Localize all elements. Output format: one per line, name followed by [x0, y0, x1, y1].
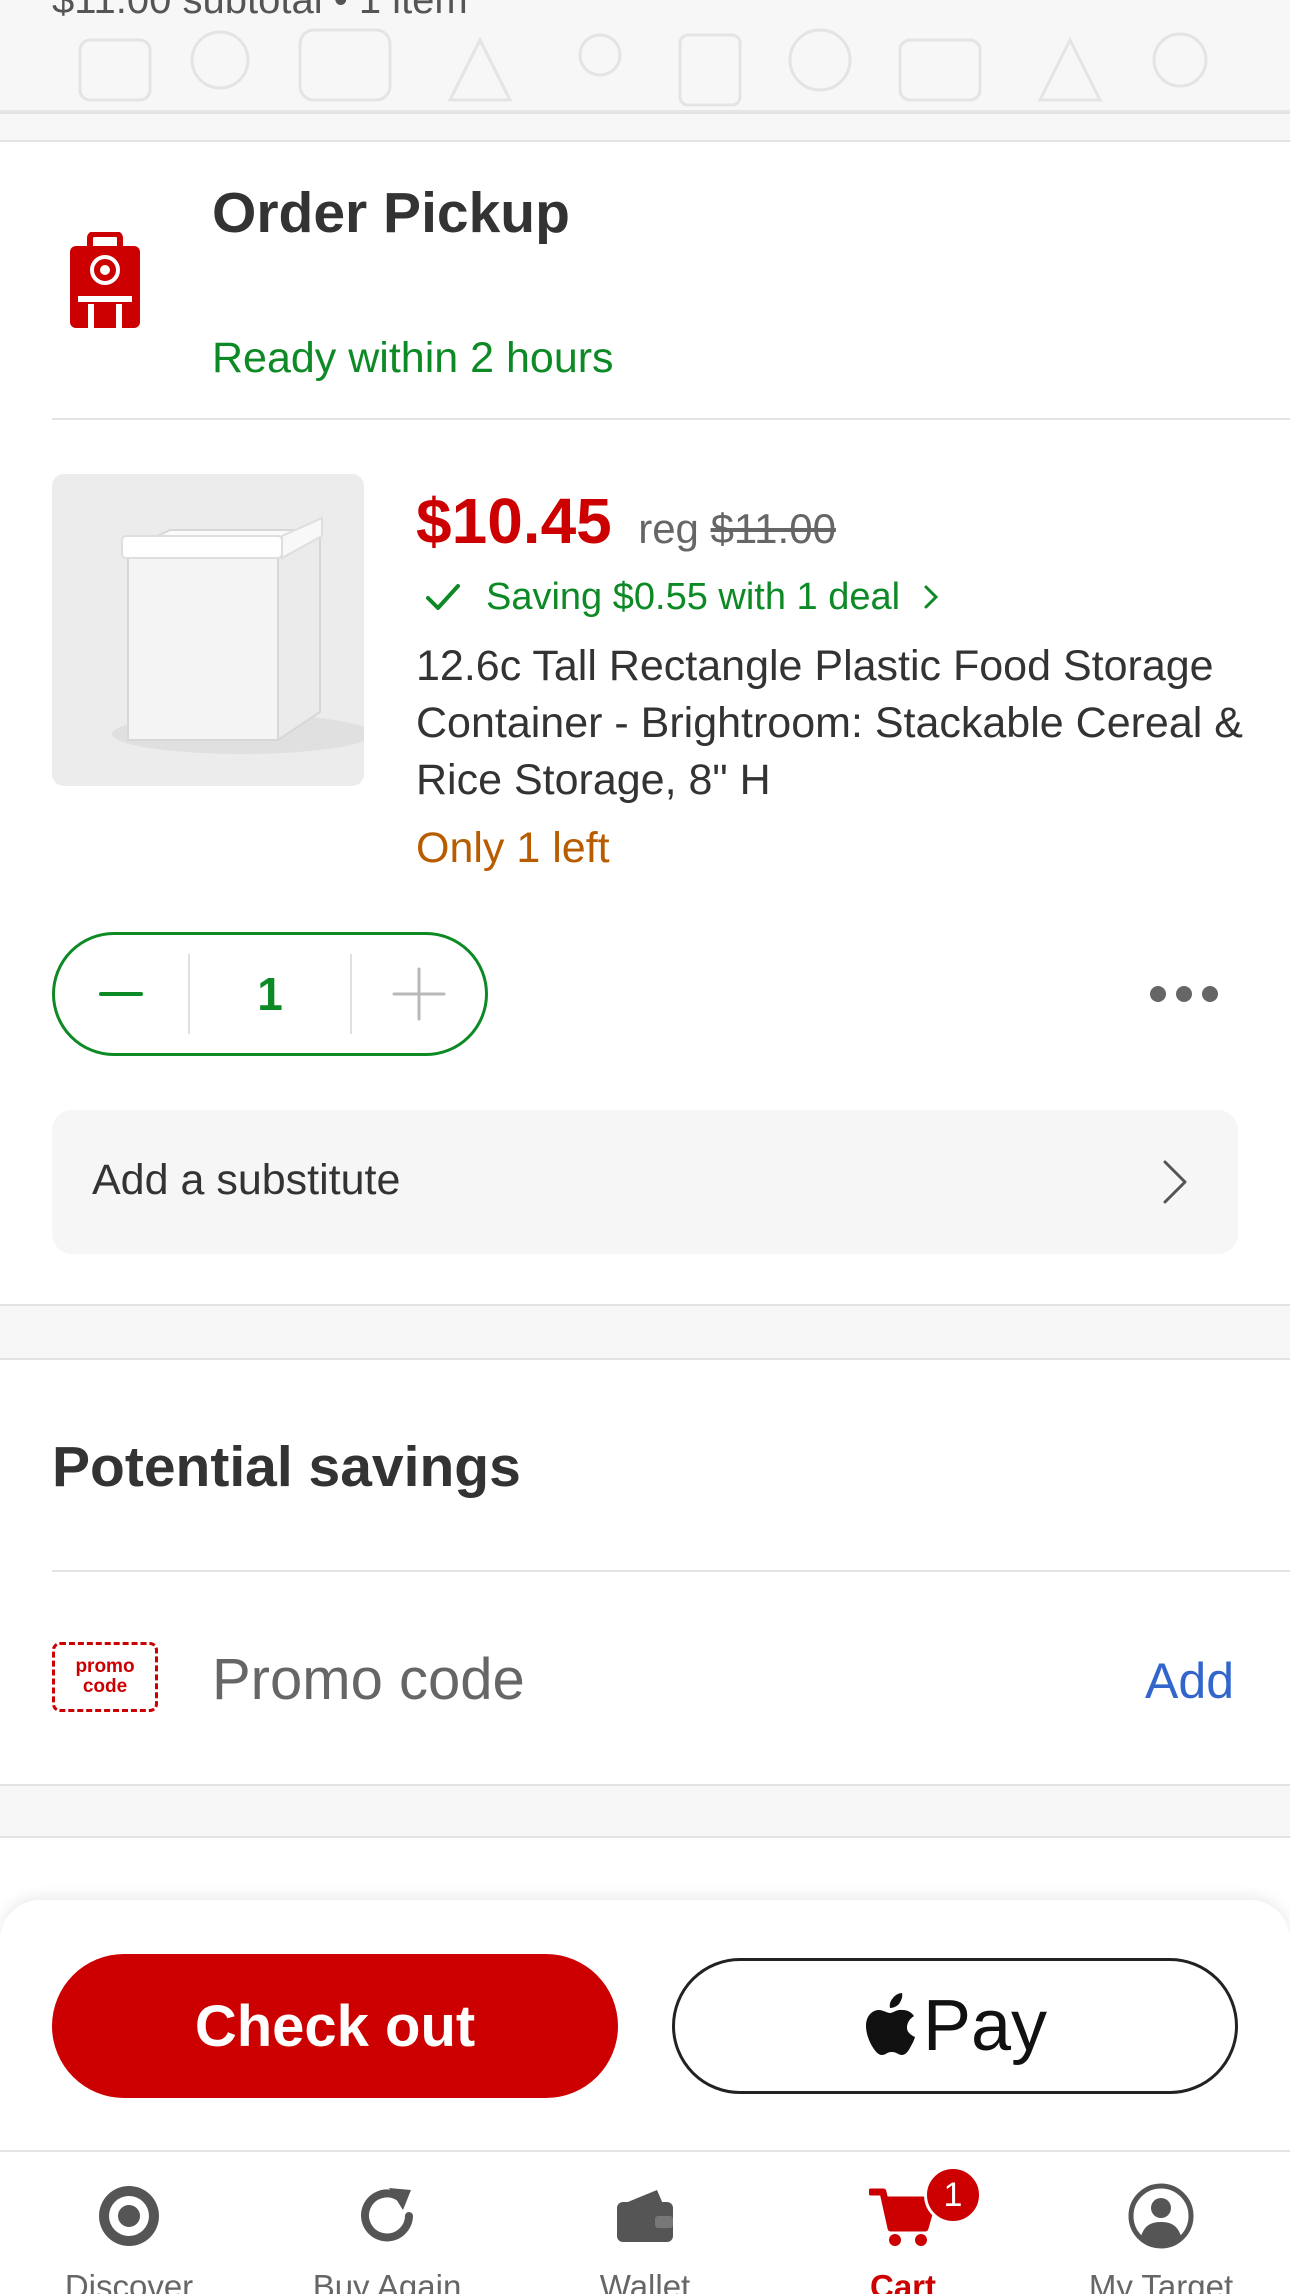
section-gap: [0, 1784, 1290, 1838]
apple-pay-button[interactable]: Pay: [672, 1958, 1238, 2094]
apple-pay-label: Pay: [922, 1986, 1048, 2066]
chevron-right-icon: [924, 585, 939, 609]
refresh-icon: [361, 2188, 413, 2242]
quantity-stepper: 1: [52, 932, 488, 1056]
deal-link[interactable]: Saving $0.55 with 1 deal: [420, 574, 944, 620]
chevron-right-icon: [1163, 1160, 1187, 1204]
tab-discover[interactable]: Discover: [0, 2152, 258, 2294]
bottom-tab-bar: Discover Buy Again Wallet 1 Cart My Targ…: [0, 2150, 1290, 2294]
wallet-icon: [617, 2190, 673, 2242]
savings-heading: Potential savings: [52, 1435, 521, 1499]
apple-logo-icon: [865, 1993, 915, 2055]
checkout-button[interactable]: Check out: [52, 1954, 618, 2098]
stock-warning: Only 1 left: [416, 824, 610, 872]
more-dot: [1202, 986, 1218, 1002]
promo-code-label: Promo code: [212, 1647, 525, 1712]
promo-icon-text: promo: [75, 1656, 135, 1677]
tab-label: My Target: [1088, 2268, 1234, 2294]
tab-buy-again[interactable]: Buy Again: [258, 2152, 516, 2294]
pickup-ready-time: Ready within 2 hours: [212, 334, 614, 382]
container-image: [112, 516, 364, 754]
target-bullseye-icon: [99, 2186, 159, 2246]
add-substitute-button[interactable]: Add a substitute: [52, 1110, 1238, 1254]
cart-summary-banner: $11.00 subtotal • 1 item: [0, 0, 1290, 112]
decrease-quantity-button[interactable]: [55, 935, 188, 1053]
subtotal-summary: $11.00 subtotal • 1 item: [52, 0, 468, 22]
regular-price-value: $11.00: [710, 505, 836, 552]
tab-label: Wallet: [599, 2268, 691, 2294]
minus-icon: [99, 992, 144, 996]
cart-count-badge: 1: [924, 2166, 982, 2224]
plus-icon: [392, 967, 446, 1021]
more-dot: [1150, 986, 1166, 1002]
section-gap: [0, 1304, 1290, 1360]
section-gap: [0, 112, 1290, 142]
divider: [52, 418, 1290, 420]
more-dot: [1176, 986, 1192, 1002]
promo-icon-text: code: [82, 1676, 128, 1697]
tab-label: Cart: [869, 2268, 937, 2294]
promo-code-icon: promo code: [52, 1642, 158, 1712]
store-pickup-icon: [70, 232, 140, 328]
increase-quantity-button[interactable]: [352, 935, 485, 1053]
substitute-label: Add a substitute: [92, 1156, 401, 1204]
deal-text: Saving $0.55 with 1 deal: [486, 575, 901, 618]
tab-label: Buy Again: [312, 2268, 462, 2294]
fulfillment-title: Order Pickup: [212, 181, 570, 245]
divider: [52, 1570, 1290, 1572]
price-row: $10.45 reg $11.00: [416, 484, 836, 558]
more-options-button[interactable]: [1150, 976, 1218, 1012]
account-icon: [1128, 2183, 1194, 2249]
tab-label: Discover: [64, 2268, 194, 2294]
regular-price: reg $11.00: [638, 505, 836, 552]
product-image[interactable]: [52, 474, 364, 786]
add-promo-button[interactable]: Add: [1145, 1652, 1234, 1710]
product-title[interactable]: 12.6c Tall Rectangle Plastic Food Storag…: [416, 638, 1256, 809]
tab-wallet[interactable]: Wallet: [516, 2152, 774, 2294]
quantity-value: 1: [187, 954, 353, 1034]
sale-price: $10.45: [416, 485, 612, 557]
check-icon: [426, 584, 460, 610]
tab-my-target[interactable]: My Target: [1032, 2152, 1290, 2294]
tab-cart[interactable]: 1 Cart: [774, 2152, 1032, 2294]
regular-price-label: reg: [638, 505, 699, 552]
